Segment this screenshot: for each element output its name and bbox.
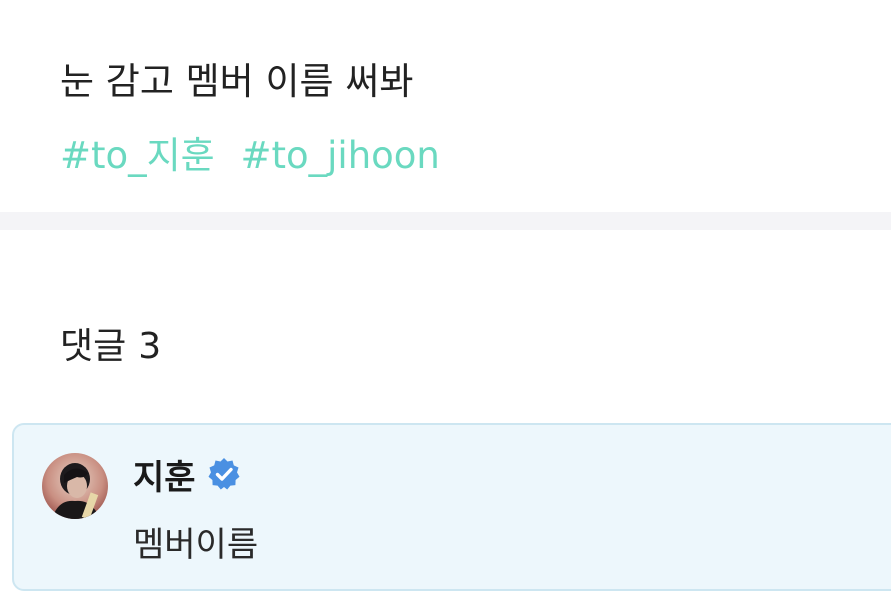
- comment-card[interactable]: 지훈 멤버이름: [12, 423, 891, 591]
- section-divider: [0, 212, 891, 230]
- comments-header: 댓글 3: [60, 322, 161, 372]
- comment-author-row: 지훈: [133, 450, 242, 499]
- comments-count: 3: [138, 326, 162, 367]
- hashtag-link[interactable]: #to_지훈: [60, 134, 215, 177]
- post-text: 눈 감고 멤버 이름 써봐: [60, 60, 414, 103]
- hashtag-link[interactable]: #to_jihoon: [241, 134, 440, 177]
- avatar-photo: [42, 453, 108, 519]
- avatar[interactable]: [42, 453, 108, 519]
- hashtag-row: #to_지훈 #to_jihoon: [60, 130, 454, 182]
- comment-author-name[interactable]: 지훈: [133, 450, 196, 499]
- comments-label: 댓글: [60, 326, 127, 367]
- verified-badge-icon: [206, 456, 242, 492]
- post-body: 눈 감고 멤버 이름 써봐 #to_지훈 #to_jihoon: [0, 0, 891, 212]
- comment-text: 멤버이름: [133, 525, 259, 565]
